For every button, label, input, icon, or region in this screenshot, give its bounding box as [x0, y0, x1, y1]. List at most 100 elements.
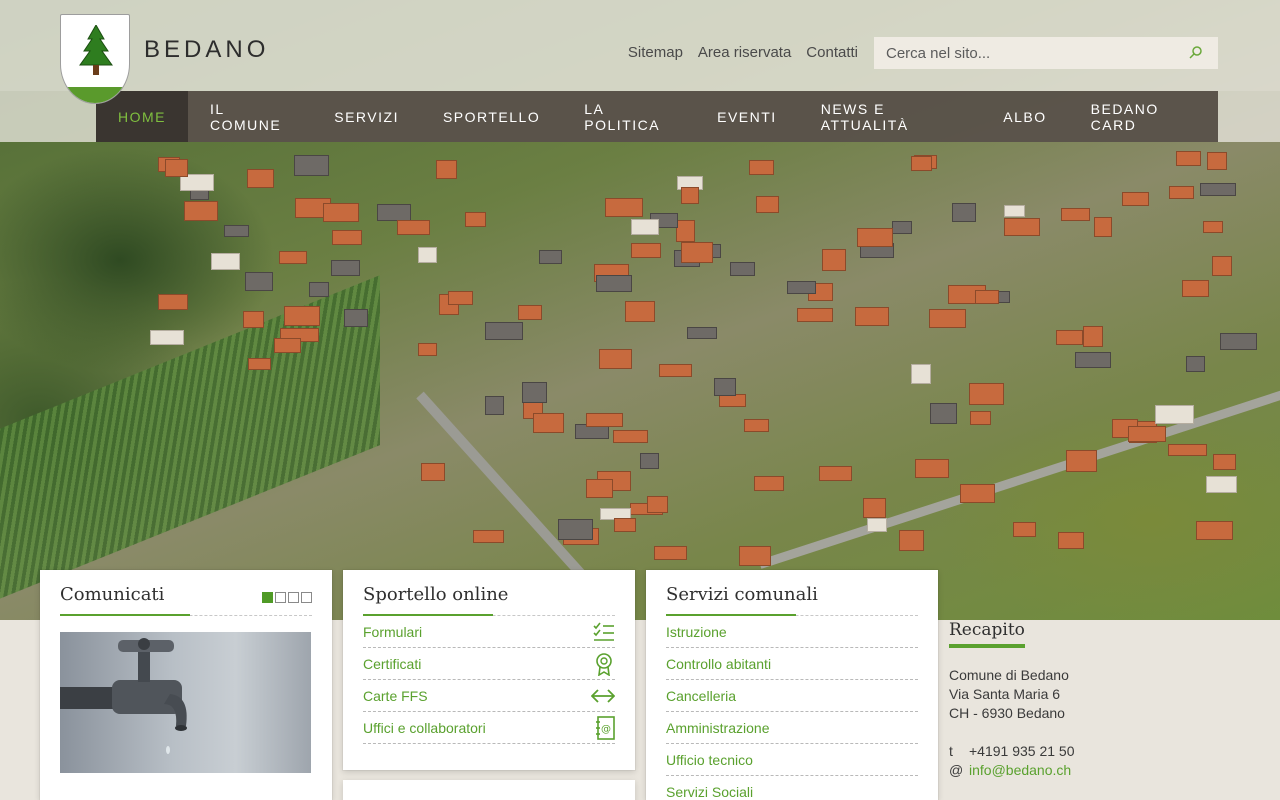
- house-roof: [1094, 216, 1113, 238]
- nav-la-politica[interactable]: LA POLITICA: [562, 91, 695, 142]
- list-item-label: Controllo abitanti: [666, 655, 772, 672]
- reserved-area-link[interactable]: Area riservata: [698, 44, 791, 61]
- servizi-item-controllo-abitanti[interactable]: Controllo abitanti: [666, 648, 918, 680]
- house-roof: [278, 251, 308, 265]
- house-roof: [150, 330, 184, 346]
- house-roof: [323, 203, 359, 223]
- house-roof: [184, 200, 219, 222]
- servizi-item-ufficio-tecnico[interactable]: Ufficio tecnico: [666, 744, 918, 776]
- certificate-icon: [596, 652, 612, 676]
- list-item-label: Carte FFS: [363, 687, 428, 704]
- house-roof: [1202, 221, 1224, 234]
- nav-news[interactable]: NEWS E ATTUALITÀ: [799, 91, 982, 142]
- house-roof: [748, 159, 775, 176]
- house-roof: [1154, 404, 1194, 424]
- servizi-item-amministrazione[interactable]: Amministrazione: [666, 712, 918, 744]
- house-roof: [854, 306, 889, 327]
- house-roof: [377, 203, 412, 222]
- logo-grass: [61, 87, 129, 103]
- utility-links: Sitemap Area riservata Contatti: [628, 44, 858, 61]
- vineyard-area: [0, 275, 380, 615]
- sportello-item-certificati[interactable]: Certificati: [363, 648, 615, 680]
- house-roof: [686, 327, 717, 340]
- house-roof: [738, 545, 771, 567]
- contacts-link[interactable]: Contatti: [806, 44, 858, 61]
- house-roof: [867, 517, 888, 532]
- water-tap-photo[interactable]: [60, 632, 311, 773]
- house-roof: [245, 272, 273, 291]
- house-roof: [960, 484, 995, 503]
- house-roof: [165, 159, 189, 177]
- house-roof: [647, 496, 668, 514]
- pager-dot-4[interactable]: [301, 592, 312, 603]
- nav-il-comune[interactable]: IL COMUNE: [188, 91, 312, 142]
- site-name[interactable]: BEDANO: [144, 36, 269, 64]
- pager-dot-3[interactable]: [288, 592, 299, 603]
- search-input[interactable]: [874, 37, 1184, 69]
- house-roof: [308, 281, 330, 297]
- sportello-item-uffici[interactable]: Uffici e collaboratori @: [363, 712, 615, 744]
- fir-tree-icon: [79, 25, 113, 75]
- nav-servizi[interactable]: SERVIZI: [312, 91, 421, 142]
- phone-label: t: [949, 743, 953, 759]
- servizi-item-servizi-sociali[interactable]: Servizi Sociali: [666, 776, 918, 800]
- house-roof: [930, 403, 957, 424]
- servizi-list: Istruzione Controllo abitanti Cancelleri…: [666, 616, 918, 800]
- sportello-list: Formulari Certificati Carte FFS Uffici e…: [363, 616, 615, 744]
- servizi-item-istruzione[interactable]: Istruzione: [666, 616, 918, 648]
- servizi-panel: Servizi comunali Istruzione Controllo ab…: [646, 570, 938, 800]
- nav-sportello[interactable]: SPORTELLO: [421, 91, 562, 142]
- search-icon[interactable]: [1188, 45, 1204, 61]
- house-roof: [863, 497, 887, 519]
- sportello-item-carte-ffs[interactable]: Carte FFS: [363, 680, 615, 712]
- contacts-book-icon: @: [596, 715, 615, 740]
- house-roof: [521, 381, 548, 403]
- pager-dot-2[interactable]: [275, 592, 286, 603]
- house-roof: [1205, 475, 1238, 494]
- email-row: @ info@bedano.ch: [949, 761, 1249, 780]
- house-roof: [533, 413, 564, 433]
- recapito-title: Recapito: [949, 620, 1025, 648]
- house-roof: [595, 274, 632, 292]
- comunicati-panel: Comunicati: [40, 570, 332, 800]
- house-roof: [753, 475, 784, 491]
- house-roof: [928, 308, 966, 328]
- house-roof: [1055, 330, 1084, 345]
- phone-row: t +4191 935 21 50: [949, 742, 1249, 761]
- nav-eventi[interactable]: EVENTI: [695, 91, 799, 142]
- house-roof: [630, 218, 660, 235]
- house-roof: [654, 546, 687, 560]
- comunicati-pager: [262, 592, 312, 603]
- pager-dot-1[interactable]: [262, 592, 273, 603]
- house-roof: [974, 290, 1000, 304]
- address-line: Comune di Bedano: [949, 667, 1069, 683]
- sitemap-link[interactable]: Sitemap: [628, 44, 683, 61]
- house-roof: [915, 458, 950, 478]
- sportello-item-formulari[interactable]: Formulari: [363, 616, 615, 648]
- house-roof: [1004, 218, 1040, 236]
- house-roof: [1003, 204, 1026, 217]
- house-roof: [631, 243, 662, 259]
- nav-albo[interactable]: ALBO: [981, 91, 1068, 142]
- house-roof: [639, 452, 660, 469]
- sportello-panel: Sportello online Formulari Certificati C…: [343, 570, 635, 770]
- nav-bedano-card[interactable]: BEDANO CARD: [1069, 91, 1218, 142]
- house-roof: [294, 155, 329, 176]
- list-item-label: Formulari: [363, 623, 423, 640]
- house-roof: [472, 529, 504, 543]
- servizi-item-cancelleria[interactable]: Cancelleria: [666, 680, 918, 712]
- email-link[interactable]: info@bedano.ch: [969, 761, 1071, 780]
- house-roof: [605, 198, 644, 217]
- coat-of-arms-logo[interactable]: [60, 14, 130, 104]
- phone-number[interactable]: +4191 935 21 50: [969, 742, 1075, 761]
- house-roof: [465, 212, 487, 228]
- email-label: @: [949, 762, 964, 778]
- house-roof: [223, 224, 249, 237]
- house-roof: [157, 293, 189, 311]
- secondary-panel: [343, 780, 635, 800]
- list-item-label: Certificati: [363, 655, 422, 672]
- svg-text:@: @: [601, 724, 611, 735]
- house-roof: [1200, 183, 1237, 196]
- house-roof: [659, 364, 692, 378]
- house-roof: [1207, 152, 1228, 171]
